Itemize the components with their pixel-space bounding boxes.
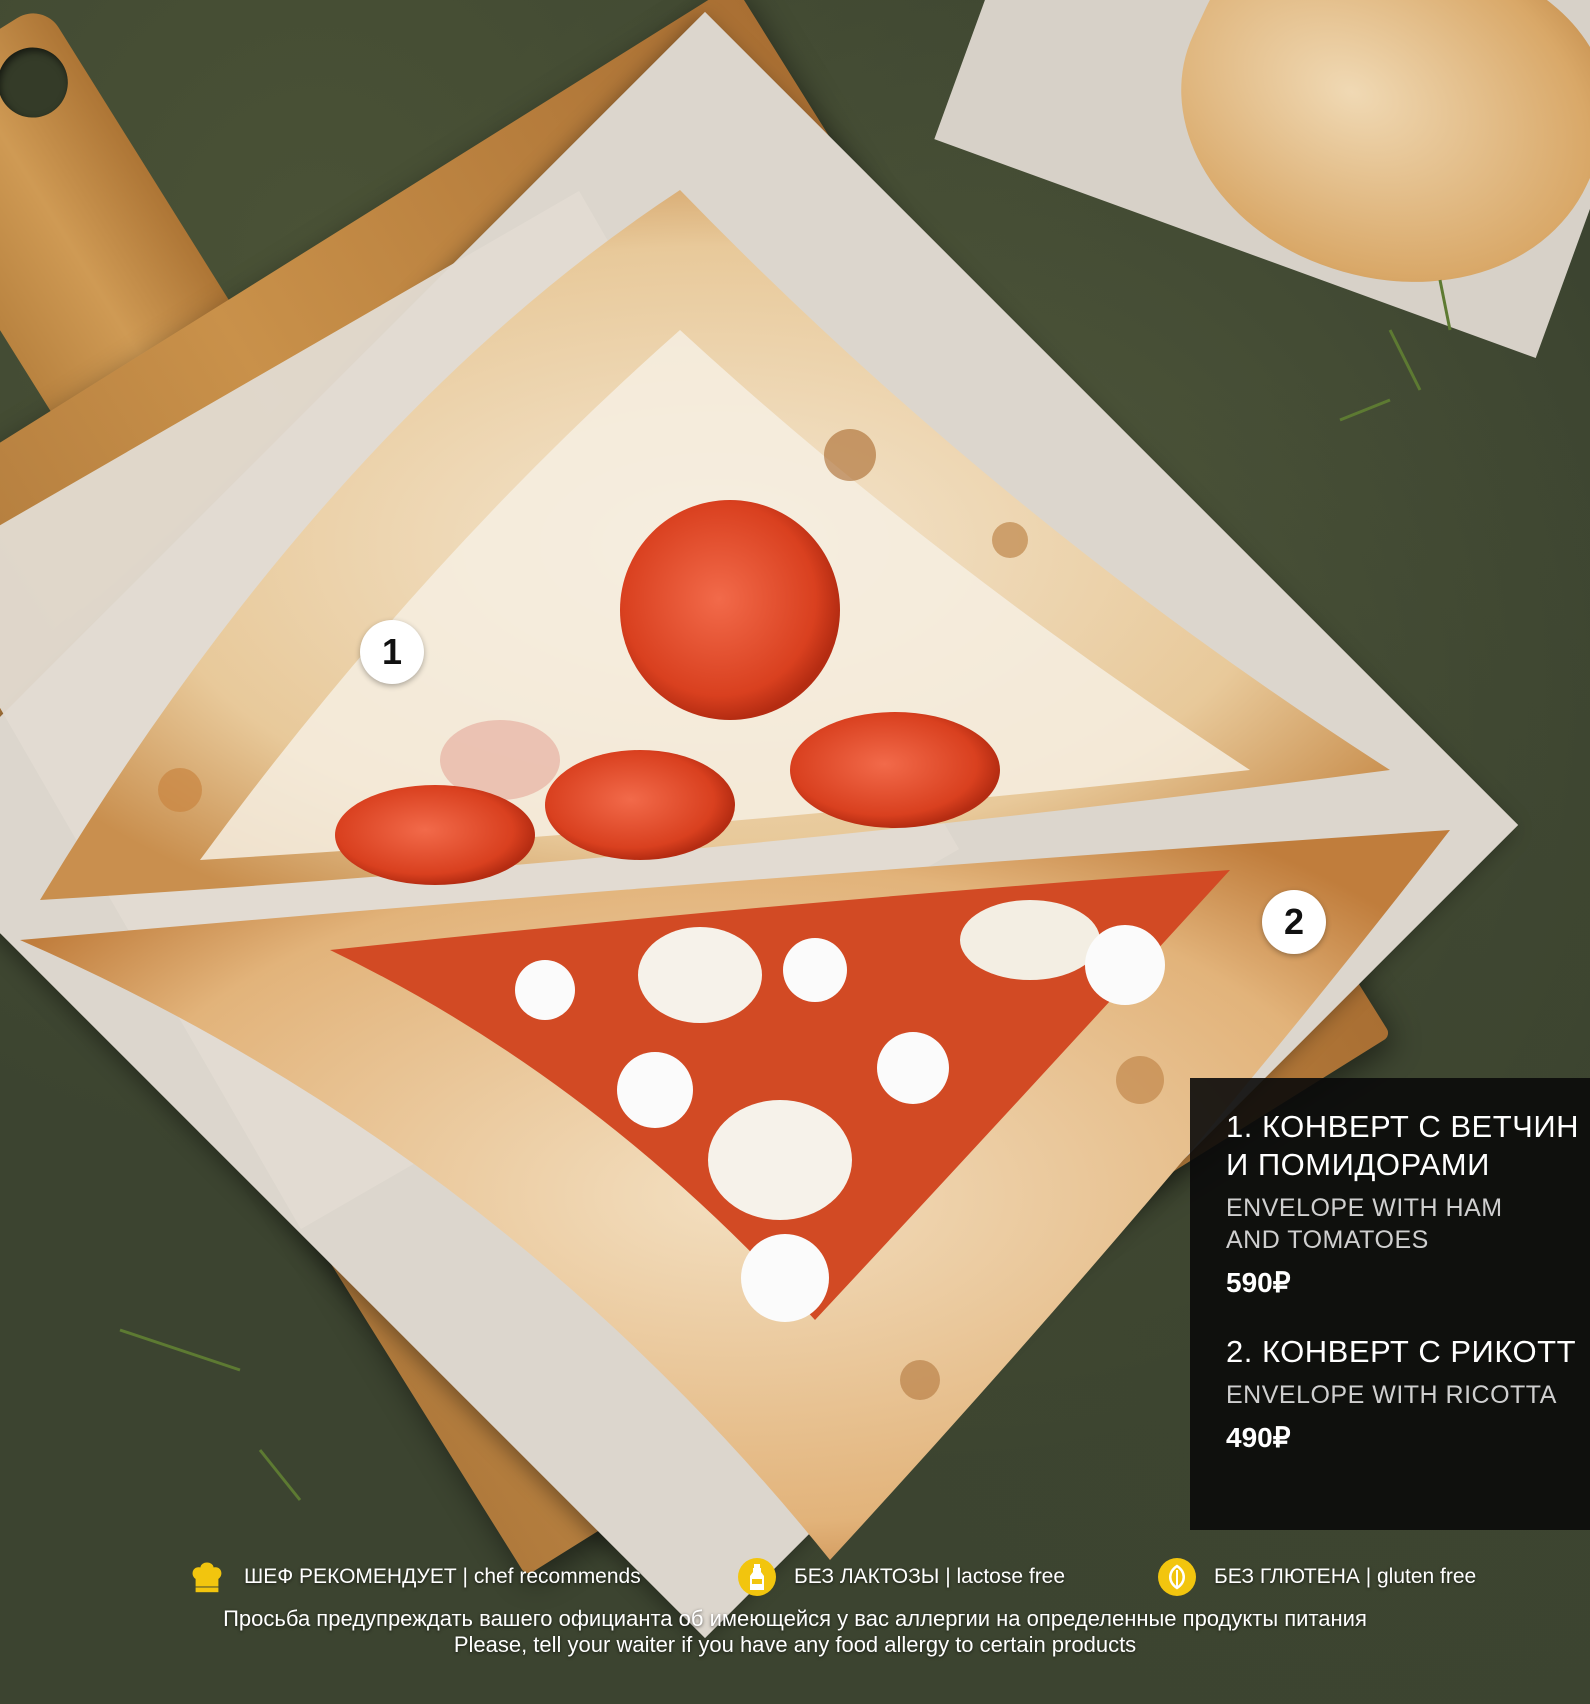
allergy-notice-ru: Просьба предупреждать вашего официанта о…: [223, 1606, 1367, 1631]
ricotta: [1085, 925, 1165, 1005]
legend-gluten-label: БЕЗ ГЛЮТЕНА | gluten free: [1214, 1565, 1477, 1588]
dish-number-badge-1: 1: [360, 620, 424, 684]
legend-chef-label: ШЕФ РЕКОМЕНДУЕТ | chef recommends: [244, 1565, 641, 1588]
allergy-notice-en: Please, tell your waiter if you have any…: [453, 1632, 1137, 1657]
dish-name-en: ENVELOPE WITH HAM AND TOMATOES: [1226, 1194, 1503, 1254]
dietary-legend: ШЕФ РЕКОМЕНДУЕТ | chef recommends БЕЗ ЛА…: [0, 1556, 1590, 1598]
tomato-slice: [545, 750, 735, 860]
allergy-notice: Просьба предупреждать вашего официанта о…: [0, 1606, 1590, 1658]
dish-name-en: ENVELOPE WITH RICOTTA: [1226, 1381, 1557, 1409]
menu-item-2: 2. КОНВЕРТ С РИКОТТ ENVELOPE WITH RICOTT…: [1226, 1333, 1590, 1454]
dish-number-badge-2: 2: [1262, 890, 1326, 954]
ricotta: [877, 1032, 949, 1104]
legend-lactose-free: БЕЗ ЛАКТОЗЫ | lactose free: [738, 1556, 1065, 1598]
milk-bottle-icon: [738, 1558, 776, 1596]
mozzarella: [708, 1100, 852, 1220]
dish-name-ru: 2. КОНВЕРТ С РИКОТТ: [1226, 1334, 1577, 1369]
dish-name-ru: 1. КОНВЕРТ С ВЕТЧИН И ПОМИДОРАМИ: [1226, 1109, 1579, 1182]
menu-info-panel: 1. КОНВЕРТ С ВЕТЧИН И ПОМИДОРАМИ ENVELOP…: [1190, 1078, 1590, 1530]
chef-hat-icon: [188, 1558, 226, 1596]
ricotta: [741, 1234, 829, 1322]
menu-item-1: 1. КОНВЕРТ С ВЕТЧИН И ПОМИДОРАМИ ENVELOP…: [1226, 1108, 1590, 1299]
mozzarella: [638, 927, 762, 1023]
legend-gluten-free: БЕЗ ГЛЮТЕНА | gluten free: [1158, 1556, 1476, 1598]
dish-price: 490₽: [1226, 1422, 1291, 1453]
ricotta: [783, 938, 847, 1002]
wheat-leaf-icon: [1158, 1558, 1196, 1596]
pizza-slice-ham-tomato: [40, 190, 1390, 900]
tomato-slice: [620, 500, 840, 720]
ricotta: [617, 1052, 693, 1128]
legend-chef-recommends: ШЕФ РЕКОМЕНДУЕТ | chef recommends: [188, 1556, 641, 1598]
menu-page: 1 2 1. КОНВЕРТ С ВЕТЧИН И ПОМИДОРАМИ ENV…: [0, 0, 1590, 1704]
tomato-slice: [790, 712, 1000, 828]
legend-lactose-label: БЕЗ ЛАКТОЗЫ | lactose free: [794, 1565, 1066, 1588]
mozzarella: [960, 900, 1100, 980]
dish-price: 590₽: [1226, 1267, 1291, 1298]
ricotta: [515, 960, 575, 1020]
tomato-slice: [335, 785, 535, 885]
